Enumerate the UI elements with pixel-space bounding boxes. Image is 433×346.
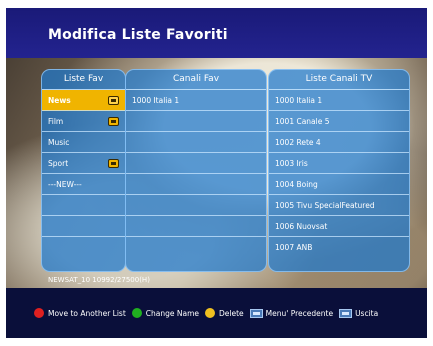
fav-channel-item[interactable]: [126, 132, 266, 153]
fav-list-item-label: ---NEW---: [48, 180, 82, 189]
fav-list-header: Liste Fav: [42, 70, 125, 90]
exit-key-icon: [339, 308, 353, 318]
fav-list-item-news[interactable]: News: [42, 90, 125, 111]
legend-menu-label: Menu' Precedente: [265, 308, 334, 318]
green-key-icon: [131, 308, 142, 318]
fav-channels-panel: Canali Fav 1000 Italia 1: [125, 69, 267, 272]
fav-list-item-label: Music: [48, 138, 70, 147]
legend-delete-label: Delete: [219, 308, 244, 318]
fav-channel-item[interactable]: [126, 111, 266, 132]
page-title: Modifica Liste Favoriti: [48, 27, 228, 43]
tv-channel-item[interactable]: 1006 Nuovsat: [269, 216, 409, 237]
fav-list-item-film[interactable]: Film: [42, 111, 125, 132]
tv-channels-header: Liste Canali TV: [269, 70, 409, 90]
tv-screen: Modifica Liste Favoriti Liste Fav News F…: [6, 8, 427, 338]
fav-channel-item[interactable]: 1000 Italia 1: [126, 90, 266, 111]
satellite-info: NEWSAT_10 10992/27500(H): [48, 276, 150, 284]
key-legend: Move to Another List Change Name Delete …: [34, 306, 384, 320]
tv-channel-item[interactable]: 1003 Iris: [269, 153, 409, 174]
legend-move[interactable]: Move to Another List: [34, 308, 126, 318]
fav-list-item-empty[interactable]: [42, 237, 125, 258]
tv-channels-panel: Liste Canali TV 1000 Italia 1 1001 Canal…: [268, 69, 410, 272]
fav-list-item-label: News: [48, 96, 71, 105]
tv-channel-item[interactable]: 1007 ANB: [269, 237, 409, 258]
fav-channels-header: Canali Fav: [126, 70, 266, 90]
legend-exit-label: Uscita: [355, 308, 379, 318]
legend-change-name[interactable]: Change Name: [131, 308, 200, 318]
tv-icon: [108, 159, 119, 168]
header-band: Modifica Liste Favoriti: [6, 8, 427, 58]
fav-list-item-music[interactable]: Music: [42, 132, 125, 153]
legend-exit[interactable]: Uscita: [339, 308, 379, 318]
fav-list-item-label: Film: [48, 117, 64, 126]
yellow-key-icon: [205, 308, 216, 318]
legend-change-label: Change Name: [145, 308, 200, 318]
red-key-icon: [34, 308, 44, 318]
tv-icon: [108, 117, 119, 126]
legend-move-label: Move to Another List: [48, 308, 126, 318]
tv-channel-item[interactable]: 1005 Tivu SpecialFeatured: [269, 195, 409, 216]
fav-channel-item[interactable]: [126, 195, 266, 216]
tv-icon: [108, 96, 119, 105]
legend-menu[interactable]: Menu' Precedente: [249, 308, 334, 318]
fav-list-item-empty[interactable]: [42, 216, 125, 237]
fav-list-item-new[interactable]: ---NEW---: [42, 174, 125, 195]
tv-channel-item[interactable]: 1002 Rete 4: [269, 132, 409, 153]
fav-channel-item[interactable]: [126, 174, 266, 195]
footer-legend-bar: Move to Another List Change Name Delete …: [6, 288, 427, 338]
fav-list-panel: Liste Fav News Film Music Sport ---NEW--…: [41, 69, 126, 272]
fav-channel-item[interactable]: [126, 216, 266, 237]
legend-delete[interactable]: Delete: [205, 308, 244, 318]
tv-channel-item[interactable]: 1004 Boing: [269, 174, 409, 195]
fav-list-item-sport[interactable]: Sport: [42, 153, 125, 174]
menu-key-icon: [249, 308, 263, 318]
tv-channel-item[interactable]: 1001 Canale 5: [269, 111, 409, 132]
fav-channel-item[interactable]: [126, 237, 266, 258]
tv-channel-item[interactable]: 1000 Italia 1: [269, 90, 409, 111]
fav-list-item-label: Sport: [48, 159, 69, 168]
fav-list-item-empty[interactable]: [42, 195, 125, 216]
fav-channel-item[interactable]: [126, 153, 266, 174]
